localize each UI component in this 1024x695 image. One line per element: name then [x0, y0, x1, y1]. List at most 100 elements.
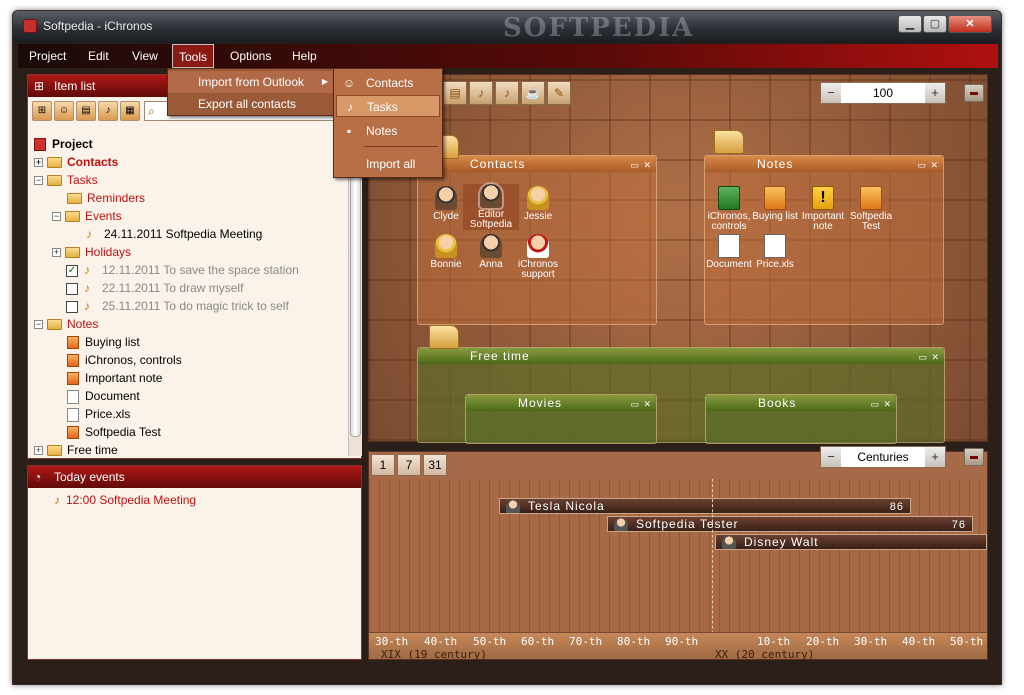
- tree-item-document[interactable]: Document: [67, 387, 140, 405]
- notes-group-header[interactable]: Notes ▭ ✕: [705, 156, 943, 172]
- group-controls[interactable]: ▭ ✕: [630, 157, 652, 173]
- note-icon: [67, 336, 79, 350]
- zoom-in-button[interactable]: +: [925, 83, 945, 103]
- menu-options[interactable]: Options: [224, 44, 277, 68]
- tree-item-task[interactable]: ✓ ♪ 12.11.2011 To save the space station: [66, 261, 299, 279]
- menu-item-export-all-contacts[interactable]: Export all contacts: [168, 93, 336, 115]
- tree-item-note[interactable]: iChronos, controls: [67, 351, 182, 369]
- books-group-header[interactable]: Books ▭ ✕: [706, 395, 896, 411]
- spreadsheet-icon: [67, 407, 79, 422]
- brush-tool-button[interactable]: ✎: [547, 81, 571, 105]
- bell-tool-button[interactable]: ♪: [469, 81, 493, 105]
- books-group[interactable]: Books ▭ ✕: [705, 394, 897, 444]
- tree-item-contacts[interactable]: + Contacts: [34, 153, 118, 171]
- contact-ichronos-support[interactable]: iChronos support: [510, 234, 566, 280]
- tasks-filter-button[interactable]: ♪: [98, 101, 118, 121]
- timeline-body[interactable]: Tesla Nicola 86 Softpedia Tester 76 Disney…: [369, 479, 987, 661]
- person-icon: [722, 536, 736, 549]
- minimize-button[interactable]: ▁: [898, 15, 922, 33]
- timeline-bar[interactable]: Softpedia Tester 76: [607, 516, 973, 532]
- tick-label: 70-th: [569, 635, 603, 648]
- canvas-area[interactable]: Contacts ▭ ✕ Clyde Editor Softpedia Jessie…: [368, 74, 988, 444]
- maximize-button[interactable]: ▢: [923, 15, 947, 33]
- tree-item-tasks[interactable]: − Tasks: [34, 171, 98, 189]
- tree-item-holidays[interactable]: + Holidays: [52, 243, 131, 261]
- scale-value[interactable]: Centuries: [841, 447, 925, 467]
- submenu-item-tasks[interactable]: ♪ Tasks: [336, 95, 440, 117]
- menu-edit[interactable]: Edit: [82, 44, 115, 68]
- tree-item-note[interactable]: Buying list: [67, 333, 140, 351]
- cup-tool-button[interactable]: ☕: [521, 81, 545, 105]
- document-icon: [718, 234, 740, 258]
- contacts-group[interactable]: Contacts ▭ ✕ Clyde Editor Softpedia Jessie…: [417, 155, 657, 325]
- document-icon: [67, 389, 79, 404]
- tree-item-task[interactable]: ♪ 25.11.2011 To do magic trick to self: [66, 297, 289, 315]
- submenu-item-notes[interactable]: ▪ Notes: [336, 120, 440, 142]
- task-checkbox[interactable]: [66, 282, 78, 295]
- task-checkbox[interactable]: [66, 300, 78, 313]
- menu-item-import-from-outlook[interactable]: Import from Outlook ▶: [168, 71, 336, 93]
- submenu-separator: [364, 146, 438, 147]
- tree-item-events[interactable]: − Events: [52, 207, 122, 225]
- contact-jessie[interactable]: Jessie: [510, 186, 566, 222]
- group-controls[interactable]: ▭ ✕: [870, 396, 892, 412]
- close-button[interactable]: ✕: [948, 15, 992, 33]
- bell-tool-button[interactable]: ♪: [495, 81, 519, 105]
- submenu-item-contacts[interactable]: ☺ Contacts: [336, 72, 440, 94]
- tab-month[interactable]: 31: [423, 454, 447, 476]
- notes-group[interactable]: Notes ▭ ✕ iChronos, controls Buying list !…: [704, 155, 944, 325]
- notes-filter-button[interactable]: ▤: [76, 101, 96, 121]
- tree-item-event[interactable]: ♪ 24.11.2011 Softpedia Meeting: [86, 225, 262, 243]
- submenu-item-import-all[interactable]: Import all: [336, 153, 440, 175]
- free-time-folder-icon[interactable]: [429, 325, 459, 349]
- tick-label: 30-th: [375, 635, 409, 648]
- tree-item-reminders[interactable]: Reminders: [67, 189, 145, 207]
- doc-price-xls[interactable]: Price.xls: [747, 234, 803, 270]
- menu-view[interactable]: View: [126, 44, 164, 68]
- canvas-panel-button[interactable]: [964, 84, 984, 102]
- tab-week[interactable]: 7: [397, 454, 421, 476]
- menu-project[interactable]: Project: [23, 44, 72, 68]
- free-time-group-header[interactable]: Free time ▭ ✕: [418, 348, 944, 364]
- group-controls[interactable]: ▭ ✕: [917, 157, 939, 173]
- group-controls[interactable]: ▭ ✕: [918, 349, 940, 365]
- tick-label: 80-th: [617, 635, 651, 648]
- group-controls[interactable]: ▭ ✕: [630, 396, 652, 412]
- notes-folder-icon[interactable]: [714, 130, 744, 154]
- zoom-out-button[interactable]: −: [821, 83, 841, 103]
- menu-tools[interactable]: Tools: [172, 44, 215, 68]
- tree-item-project[interactable]: Project: [34, 135, 93, 153]
- tree-item-notes[interactable]: − Notes: [34, 315, 98, 333]
- contacts-filter-button[interactable]: ☺: [54, 101, 74, 121]
- task-checkbox[interactable]: ✓: [66, 264, 78, 277]
- scrollbar-thumb[interactable]: [350, 137, 361, 437]
- timeline-bar[interactable]: Tesla Nicola 86: [499, 498, 911, 514]
- scale-increase-button[interactable]: +: [925, 447, 945, 467]
- menu-help[interactable]: Help: [286, 44, 323, 68]
- movies-group-header[interactable]: Movies ▭ ✕: [466, 395, 656, 411]
- timeline-panel-button[interactable]: [964, 448, 984, 466]
- tree-item-note[interactable]: Important note: [67, 369, 162, 387]
- documents-filter-button[interactable]: ▦: [120, 101, 140, 121]
- tree-view-button[interactable]: ⊞: [32, 101, 52, 121]
- tree-item-free-time[interactable]: + Free time: [34, 441, 118, 458]
- notes-folder-icon: [47, 319, 62, 331]
- tick-label: 50-th: [473, 635, 507, 648]
- tick-label: 40-th: [902, 635, 936, 648]
- today-event-item[interactable]: ♪ 12:00 Softpedia Meeting: [54, 493, 196, 507]
- bell-icon: ♪: [347, 100, 353, 114]
- timeline-bar[interactable]: Disney Walt: [715, 534, 987, 550]
- person-icon: [478, 182, 504, 210]
- tab-day[interactable]: 1: [371, 454, 395, 476]
- zoom-value[interactable]: 100: [841, 83, 925, 103]
- menu-bar: Project Edit View Tools Options Help: [18, 44, 998, 68]
- tree-item-note[interactable]: Softpedia Test: [67, 423, 161, 441]
- app-icon: [23, 19, 37, 33]
- note-softpedia-test[interactable]: Softpedia Test: [843, 186, 899, 232]
- movies-group[interactable]: Movies ▭ ✕: [465, 394, 657, 444]
- scale-decrease-button[interactable]: −: [821, 447, 841, 467]
- free-time-group[interactable]: Free time ▭ ✕ Movies ▭ ✕ Books ▭ ✕: [417, 347, 945, 444]
- canvas-tool-button[interactable]: ▤: [443, 81, 467, 105]
- tree-item-document[interactable]: Price.xls: [67, 405, 130, 423]
- tree-item-task[interactable]: ♪ 22.11.2011 To draw myself: [66, 279, 243, 297]
